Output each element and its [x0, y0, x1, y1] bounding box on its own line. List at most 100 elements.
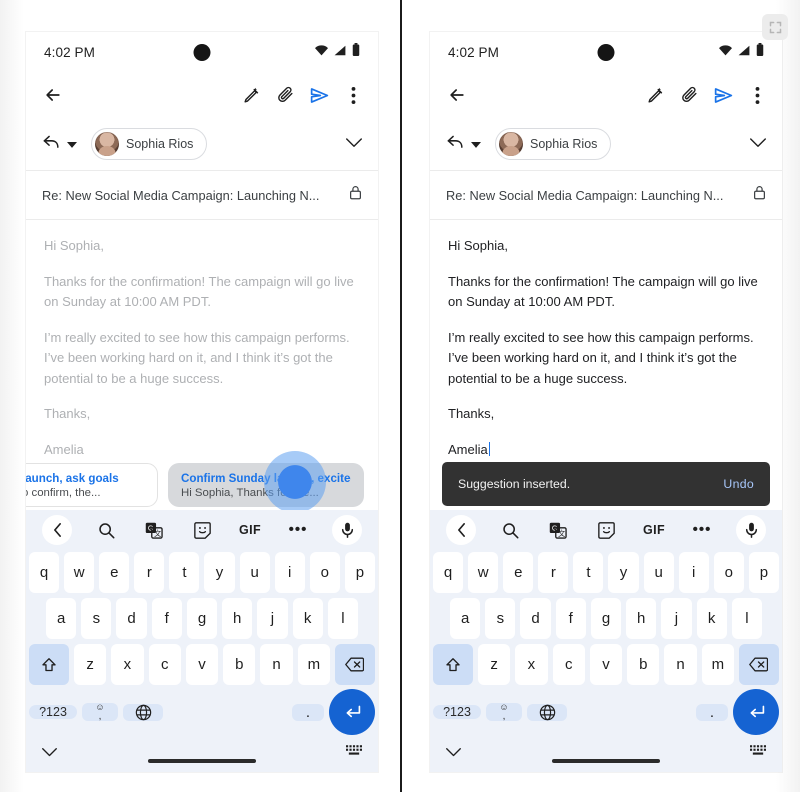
send-icon[interactable]	[302, 78, 336, 112]
key-c[interactable]: c	[552, 644, 585, 685]
key-n[interactable]: n	[260, 644, 293, 685]
key-s[interactable]: s	[485, 598, 516, 639]
key-j[interactable]: j	[257, 598, 288, 639]
send-icon[interactable]	[706, 78, 740, 112]
enter-return-icon[interactable]	[733, 689, 779, 735]
key-e[interactable]: e	[503, 552, 534, 593]
key-n[interactable]: n	[664, 644, 697, 685]
keyboard-more-dots-icon[interactable]: •••	[274, 522, 322, 537]
keyboard-switch-icon[interactable]	[750, 744, 766, 762]
key-h[interactable]: h	[222, 598, 253, 639]
key-j[interactable]: j	[661, 598, 692, 639]
subject-row[interactable]: Re: New Social Media Campaign: Launching…	[26, 171, 378, 220]
key-a[interactable]: a	[46, 598, 77, 639]
suggestion-card-2[interactable]: Confirm Sunday launch, excited. Hi Sophi…	[168, 451, 364, 510]
undo-button[interactable]: Undo	[723, 477, 754, 491]
key-r[interactable]: r	[134, 552, 165, 593]
formatting-magic-pen-icon[interactable]	[638, 78, 672, 112]
key-w[interactable]: w	[64, 552, 95, 593]
key-r[interactable]: r	[538, 552, 569, 593]
email-body[interactable]: Hi Sophia, Thanks for the confirmation! …	[26, 220, 378, 510]
overflow-menu-icon[interactable]	[336, 78, 370, 112]
key-v[interactable]: v	[589, 644, 623, 685]
key-b[interactable]: b	[627, 644, 660, 685]
expand-recipients-chevron-down-icon[interactable]	[346, 135, 362, 153]
attach-paperclip-icon[interactable]	[268, 78, 302, 112]
email-body[interactable]: Hi Sophia, Thanks for the confirmation! …	[430, 220, 782, 510]
key-p[interactable]: p	[748, 552, 779, 593]
lock-icon[interactable]	[753, 185, 766, 205]
key-x[interactable]: x	[515, 644, 548, 685]
keyboard-more-dots-icon[interactable]: •••	[678, 522, 726, 537]
key-d[interactable]: d	[116, 598, 147, 639]
globe-language-icon[interactable]	[123, 703, 163, 721]
key-k[interactable]: k	[696, 598, 727, 639]
keyboard-back-chevron-icon[interactable]	[42, 515, 72, 545]
symbols-key[interactable]: ?123	[433, 705, 481, 719]
expand-recipients-chevron-down-icon[interactable]	[750, 135, 766, 153]
backspace-icon[interactable]	[738, 644, 779, 685]
enter-return-icon[interactable]	[329, 689, 375, 735]
hide-keyboard-chevron-down-icon[interactable]	[446, 744, 461, 762]
key-t[interactable]: t	[169, 552, 200, 593]
reply-arrow-icon[interactable]	[42, 134, 61, 155]
keyboard-back-chevron-icon[interactable]	[446, 515, 476, 545]
period-key[interactable]: .	[696, 703, 728, 721]
key-i[interactable]: i	[678, 552, 709, 593]
keyboard-gif-button[interactable]: GIF	[226, 523, 274, 537]
keyboard-microphone-icon[interactable]	[736, 515, 766, 545]
key-o[interactable]: o	[309, 552, 340, 593]
key-g[interactable]: g	[590, 598, 622, 639]
key-m[interactable]: m	[297, 644, 330, 685]
key-s[interactable]: s	[81, 598, 112, 639]
comma-key[interactable]: ☺ ,	[486, 703, 522, 722]
reply-dropdown-chevron-down-icon[interactable]	[67, 135, 77, 153]
key-f[interactable]: f	[555, 598, 586, 639]
keyboard-translate-icon[interactable]: G 文	[130, 522, 178, 539]
key-e[interactable]: e	[99, 552, 130, 593]
shift-icon[interactable]	[433, 644, 473, 685]
recipient-chip[interactable]: Sophia Rios	[91, 128, 208, 160]
key-v[interactable]: v	[185, 644, 219, 685]
back-arrow-icon[interactable]	[36, 78, 70, 112]
symbols-key[interactable]: ?123	[29, 705, 77, 719]
key-z[interactable]: z	[74, 644, 107, 685]
keyboard-gif-button[interactable]: GIF	[630, 523, 678, 537]
key-b[interactable]: b	[223, 644, 256, 685]
hide-keyboard-chevron-down-icon[interactable]	[42, 744, 57, 762]
lock-icon[interactable]	[349, 185, 362, 205]
subject-row[interactable]: Re: New Social Media Campaign: Launching…	[430, 171, 782, 220]
key-u[interactable]: u	[239, 552, 270, 593]
key-o[interactable]: o	[713, 552, 744, 593]
key-k[interactable]: k	[292, 598, 323, 639]
backspace-icon[interactable]	[334, 644, 375, 685]
key-g[interactable]: g	[186, 598, 218, 639]
key-a[interactable]: a	[450, 598, 481, 639]
keyboard-search-icon[interactable]	[486, 522, 534, 539]
key-u[interactable]: u	[643, 552, 674, 593]
key-h[interactable]: h	[626, 598, 657, 639]
key-t[interactable]: t	[573, 552, 604, 593]
keyboard-switch-icon[interactable]	[346, 744, 362, 762]
recipient-chip[interactable]: Sophia Rios	[495, 128, 612, 160]
keyboard-sticker-icon[interactable]	[178, 521, 226, 539]
key-d[interactable]: d	[520, 598, 551, 639]
keyboard-sticker-icon[interactable]	[582, 521, 630, 539]
key-z[interactable]: z	[478, 644, 511, 685]
key-m[interactable]: m	[701, 644, 734, 685]
globe-language-icon[interactable]	[527, 703, 567, 721]
reply-arrow-icon[interactable]	[446, 134, 465, 155]
key-l[interactable]: l	[731, 598, 762, 639]
overflow-menu-icon[interactable]	[740, 78, 774, 112]
key-c[interactable]: c	[148, 644, 181, 685]
key-y[interactable]: y	[204, 552, 235, 593]
key-i[interactable]: i	[274, 552, 305, 593]
keyboard-search-icon[interactable]	[82, 522, 130, 539]
attach-paperclip-icon[interactable]	[672, 78, 706, 112]
keyboard-microphone-icon[interactable]	[332, 515, 362, 545]
back-arrow-icon[interactable]	[440, 78, 474, 112]
period-key[interactable]: .	[292, 703, 324, 721]
formatting-magic-pen-icon[interactable]	[234, 78, 268, 112]
key-y[interactable]: y	[608, 552, 639, 593]
reply-dropdown-chevron-down-icon[interactable]	[471, 135, 481, 153]
